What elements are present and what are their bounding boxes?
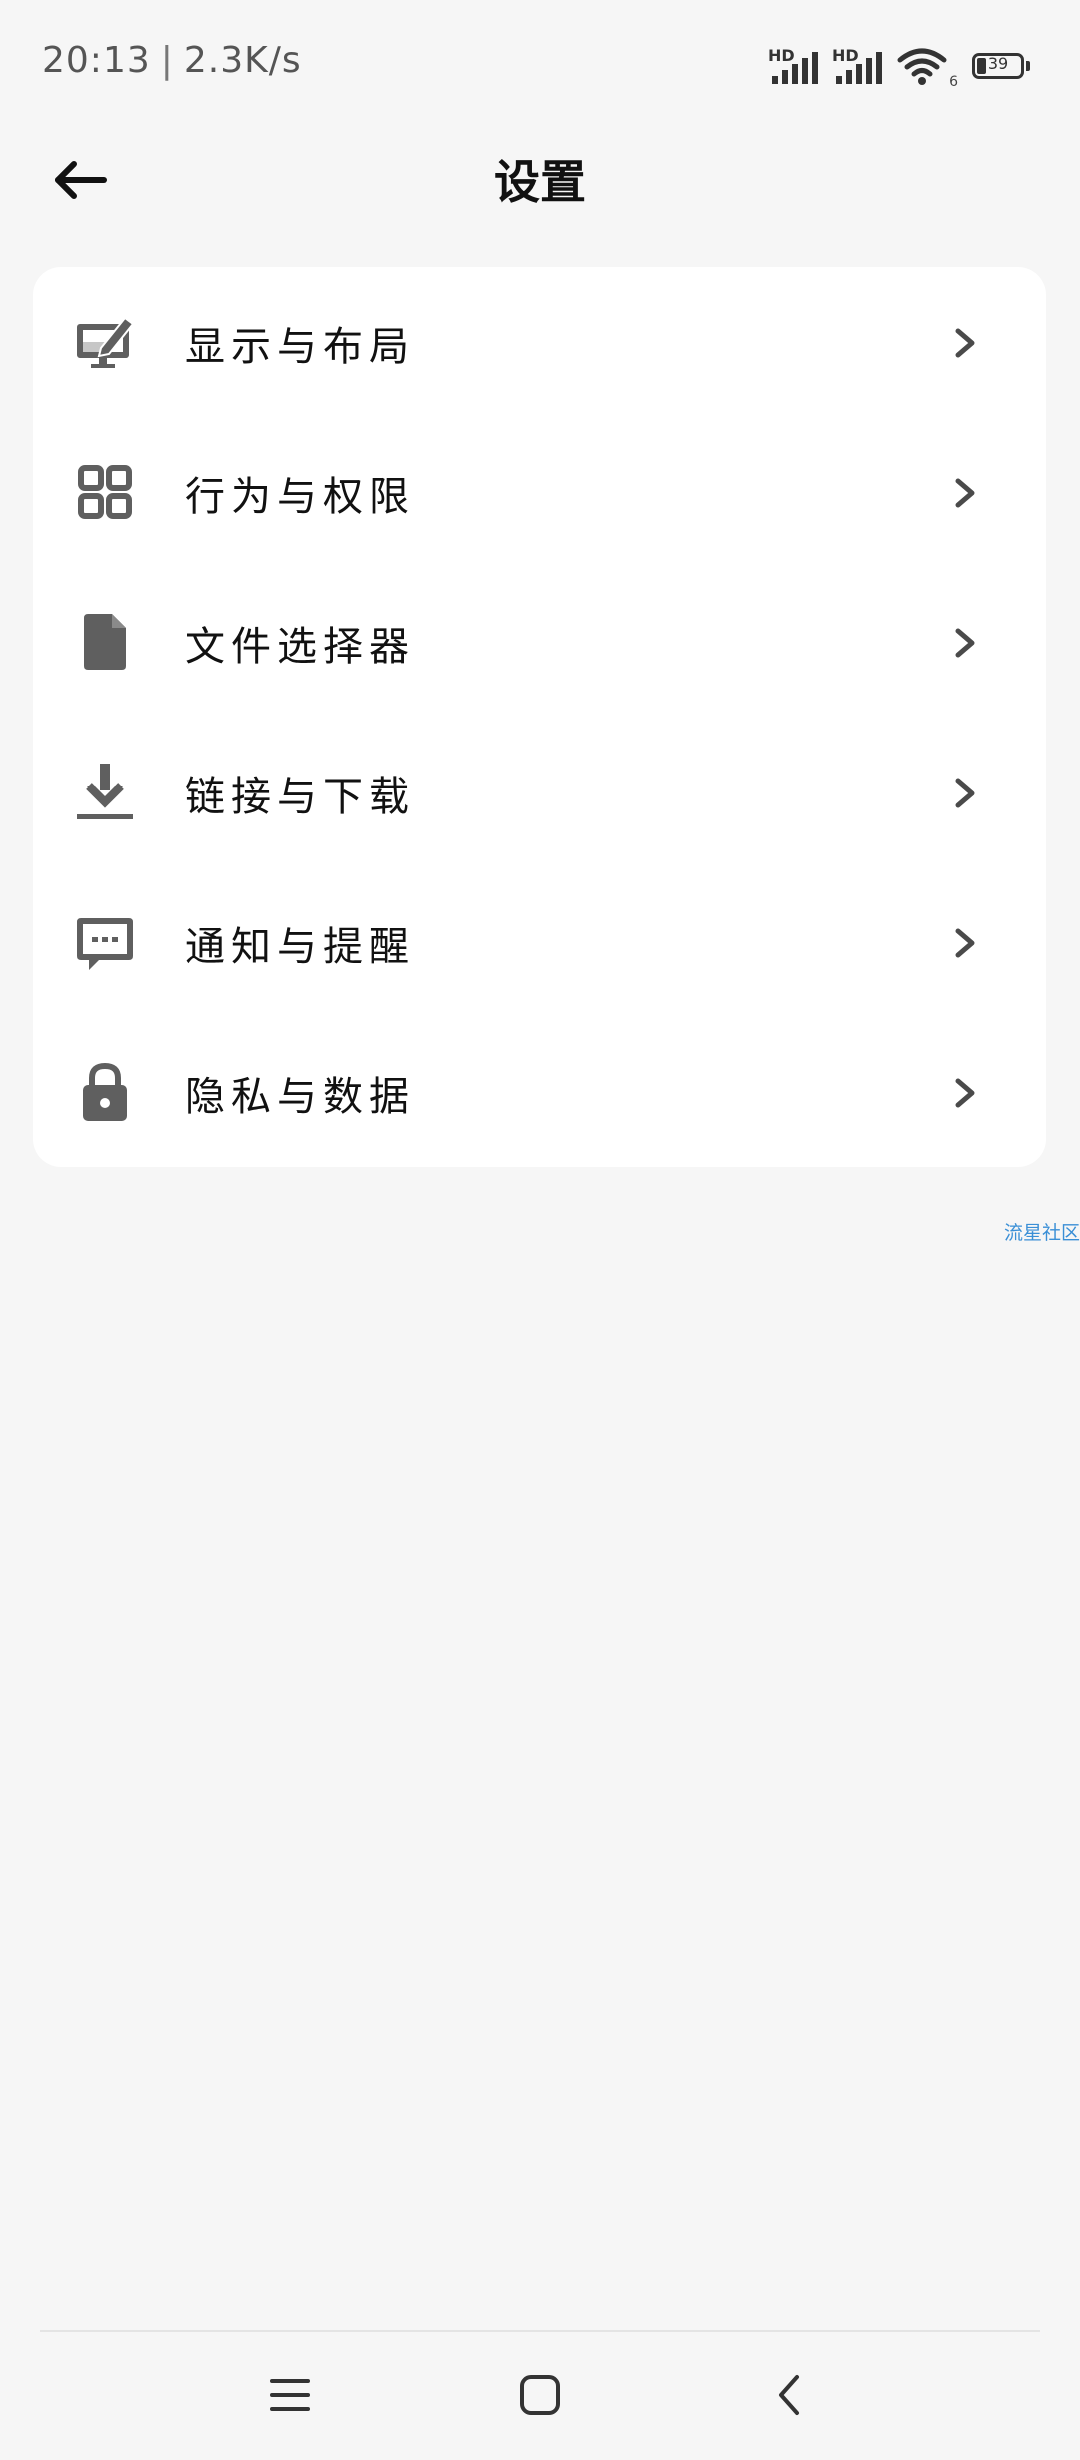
settings-item-links-downloads[interactable]: 链接与下载 [33,717,1046,867]
download-icon [75,762,135,822]
status-separator: | [160,40,174,81]
back-chevron-icon [779,2375,799,2415]
settings-item-label: 行为与权限 [185,474,415,520]
nav-back-button[interactable] [750,2365,830,2425]
settings-item-file-picker[interactable]: 文件选择器 [33,567,1046,717]
net-speed: 2.3K/s [183,40,302,81]
chevron-right-icon [955,628,975,658]
settings-item-label: 通知与提醒 [185,924,415,970]
settings-item-label: 链接与下载 [185,774,415,820]
settings-item-label: 显示与布局 [185,324,415,370]
page-title: 设置 [494,155,586,209]
battery-cap [1026,61,1030,71]
home-icon [520,2375,560,2415]
battery-icon: 39 [972,53,1024,79]
settings-item-label: 文件选择器 [185,624,415,670]
settings-item-behavior-permissions[interactable]: 行为与权限 [33,417,1046,567]
status-right: HD HD 6 39 [768,46,1030,90]
menu-icon [270,2379,310,2411]
chevron-right-icon [955,1078,975,1108]
status-time: 20:13 [42,40,151,81]
settings-item-privacy-data[interactable]: 隐私与数据 [33,1017,1046,1167]
signal-bars-icon [772,52,818,84]
watermark-text: 流星社区 [1003,1222,1080,1244]
chevron-right-icon [955,928,975,958]
status-left: 20:13 | 2.3K/s [42,40,302,81]
lock-icon [75,1062,135,1122]
settings-item-label: 隐私与数据 [185,1074,415,1120]
recent-apps-button[interactable] [250,2365,330,2425]
signal-2: HD [832,46,886,86]
battery-level: 39 [987,54,1009,73]
settings-item-display-layout[interactable]: 显示与布局 [33,267,1046,417]
file-icon [75,612,135,672]
wifi-icon [897,48,947,85]
signal-1: HD [768,46,822,86]
chevron-right-icon [955,328,975,358]
wifi: 6 [896,46,958,90]
header: 设置 [0,130,1080,230]
wifi-sub-label: 6 [949,74,958,90]
grid-icon [75,462,135,522]
signal-bars-icon [836,52,882,84]
monitor-edit-icon [75,312,135,372]
status-bar: 20:13 | 2.3K/s HD HD 6 39 [0,0,1080,130]
settings-screen: 20:13 | 2.3K/s HD HD 6 39 设置 显示与布局 行为与权限… [0,0,1080,2460]
home-button[interactable] [500,2365,580,2425]
chevron-right-icon [955,778,975,808]
settings-item-notifications[interactable]: 通知与提醒 [33,867,1046,1017]
chevron-right-icon [955,478,975,508]
nav-divider [40,2330,1040,2332]
message-icon [75,912,135,972]
settings-card: 显示与布局 行为与权限 文件选择器 链接与下载 通知与提醒 隐私与数据 [33,267,1046,1167]
